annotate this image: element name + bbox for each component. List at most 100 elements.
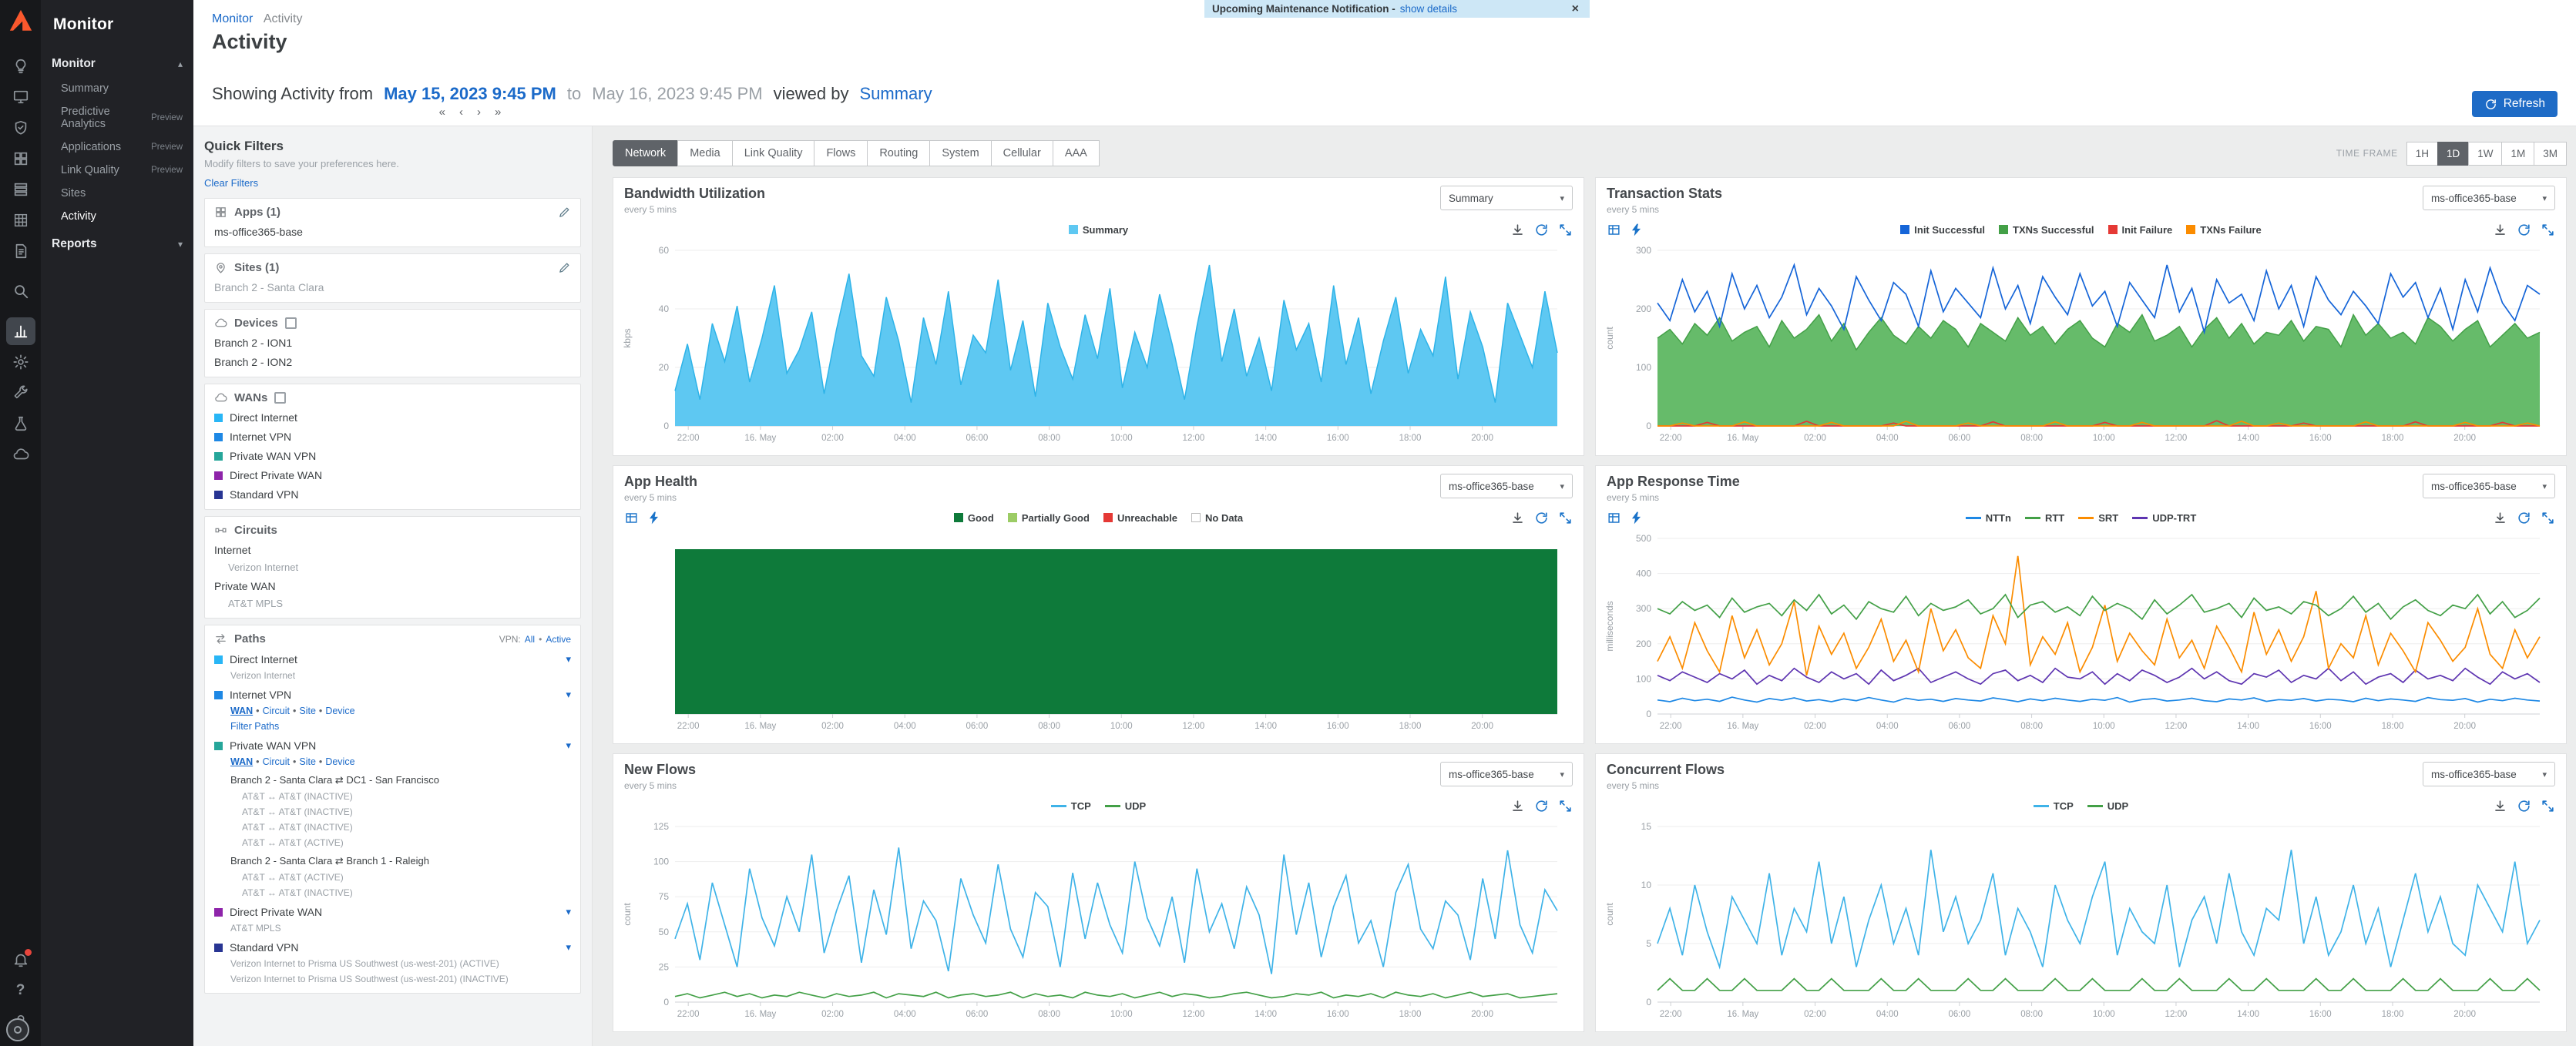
next-page-icon[interactable]: › [477, 106, 481, 118]
legend-item[interactable]: UDP [1105, 800, 1146, 812]
timeframe-1m[interactable]: 1M [2501, 142, 2534, 166]
wan-item[interactable]: Private WAN VPN [214, 450, 571, 462]
device-item[interactable]: Branch 2 - ION1 [214, 337, 571, 349]
path-pair[interactable]: Branch 2 - Santa Clara ⇄ DC1 - San Franc… [230, 774, 571, 786]
tab-cellular[interactable]: Cellular [991, 140, 1053, 166]
sidebar-item-predictive-analytics[interactable]: Predictive AnalyticsPreview [41, 100, 193, 136]
clear-filters-link[interactable]: Clear Filters [204, 177, 581, 189]
chart-scope-select[interactable]: Summary▾ [1440, 186, 1573, 210]
legend-item[interactable]: Good [954, 512, 994, 524]
edit-apps-icon[interactable] [558, 206, 571, 219]
download-icon[interactable] [1510, 511, 1525, 525]
vpn-active-link[interactable]: Active [546, 634, 571, 645]
circuit-group[interactable]: Internet [214, 544, 571, 556]
path-sub-item[interactable]: Verizon Internet to Prisma US Southwest … [230, 958, 571, 969]
vpn-all-link[interactable]: All [525, 634, 535, 645]
timeframe-1h[interactable]: 1H [2406, 142, 2438, 166]
help-launcher-icon[interactable] [6, 1018, 29, 1041]
path-sub-item[interactable]: AT&T MPLS [230, 923, 571, 934]
sidebar-item-sites[interactable]: Sites [41, 182, 193, 205]
tools-icon[interactable] [6, 379, 35, 407]
legend-item[interactable]: SRT [2078, 512, 2118, 524]
expand-icon[interactable] [1558, 223, 1573, 237]
raw-events-icon[interactable] [1629, 223, 1644, 237]
legend-item[interactable]: Init Successful [1900, 224, 1985, 236]
refresh-chart-icon[interactable] [2517, 799, 2531, 813]
chevron-down-icon[interactable]: ▾ [566, 653, 571, 665]
path-leg[interactable]: AT&T ↔ AT&T (ACTIVE) [242, 872, 571, 883]
legend-item[interactable]: Init Failure [2108, 224, 2173, 236]
download-icon[interactable] [2493, 511, 2507, 525]
chevron-down-icon[interactable]: ▾ [566, 739, 571, 752]
site-link[interactable]: Site [299, 756, 316, 767]
table-view-icon[interactable] [624, 511, 639, 525]
chevron-down-icon[interactable]: ▾ [566, 941, 571, 954]
refresh-chart-icon[interactable] [1534, 223, 1549, 237]
from-date[interactable]: May 15, 2023 9:45 PM [384, 82, 556, 106]
refresh-button[interactable]: Refresh [2472, 91, 2558, 117]
dashboard-icon[interactable] [6, 206, 35, 234]
circuit-group[interactable]: Private WAN [214, 580, 571, 592]
servers-icon[interactable] [6, 176, 35, 203]
first-page-icon[interactable]: « [439, 106, 445, 118]
to-date[interactable]: May 16, 2023 9:45 PM [592, 82, 762, 106]
edit-sites-icon[interactable] [558, 261, 571, 274]
wan-item[interactable]: Direct Private WAN [214, 469, 571, 481]
expand-icon[interactable] [1558, 511, 1573, 525]
search-icon[interactable] [6, 277, 35, 305]
reports-icon[interactable] [6, 237, 35, 265]
legend-item[interactable]: UDP-TRT [2132, 512, 2196, 524]
brand-logo-icon[interactable] [8, 8, 34, 34]
table-view-icon[interactable] [1607, 511, 1621, 525]
sidebar-item-summary[interactable]: Summary [41, 77, 193, 100]
legend-item[interactable]: Summary [1069, 224, 1128, 236]
chart-scope-select[interactable]: ms-office365-base▾ [2423, 762, 2555, 786]
path-leg[interactable]: AT&T ↔ AT&T (ACTIVE) [242, 837, 571, 848]
path-group-direct-private-wan[interactable]: Direct Private WAN ▾ [214, 906, 571, 918]
path-pair[interactable]: Branch 2 - Santa Clara ⇄ Branch 1 - Rale… [230, 855, 571, 867]
device-link[interactable]: Device [325, 756, 354, 767]
show-details-link[interactable]: show details [1400, 3, 1457, 15]
circuit-item[interactable]: Verizon Internet [228, 562, 571, 573]
circuit-item[interactable]: AT&T MPLS [228, 598, 571, 609]
wan-link[interactable]: WAN [230, 706, 253, 716]
download-icon[interactable] [2493, 223, 2507, 237]
path-group-internet-vpn[interactable]: Internet VPN ▾ [214, 689, 571, 701]
chart-scope-select[interactable]: ms-office365-base▾ [2423, 474, 2555, 498]
raw-events-icon[interactable] [1629, 511, 1644, 525]
activity-icon[interactable] [6, 317, 35, 345]
path-group-direct-internet[interactable]: Direct Internet ▾ [214, 653, 571, 665]
notifications-icon[interactable] [6, 946, 35, 974]
nav-section-monitor[interactable]: Monitor ▴ [41, 48, 193, 77]
path-leg[interactable]: AT&T ↔ AT&T (INACTIVE) [242, 887, 571, 898]
insights-icon[interactable] [6, 52, 35, 80]
filter-paths-link[interactable]: Filter Paths [230, 721, 571, 732]
wan-item[interactable]: Internet VPN [214, 431, 571, 443]
raw-events-icon[interactable] [647, 511, 661, 525]
sidebar-item-activity[interactable]: Activity [41, 205, 193, 228]
close-icon[interactable]: × [1569, 2, 1582, 16]
tab-network[interactable]: Network [613, 140, 678, 166]
path-leg[interactable]: AT&T ↔ AT&T (INACTIVE) [242, 791, 571, 802]
devices-rail-icon[interactable] [6, 83, 35, 111]
apps-filter-value[interactable]: ms-office365-base [214, 226, 571, 238]
sites-filter-value[interactable]: Branch 2 - Santa Clara [214, 281, 571, 293]
security-icon[interactable] [6, 114, 35, 142]
breadcrumb-monitor[interactable]: Monitor [212, 12, 253, 25]
refresh-chart-icon[interactable] [1534, 799, 1549, 813]
tab-flows[interactable]: Flows [814, 140, 868, 166]
legend-item[interactable]: NTTn [1966, 512, 2011, 524]
legend-item[interactable]: TCP [1051, 800, 1091, 812]
last-page-icon[interactable]: » [495, 106, 501, 118]
refresh-chart-icon[interactable] [2517, 223, 2531, 237]
device-link[interactable]: Device [325, 706, 354, 716]
wans-checkbox[interactable] [274, 392, 286, 404]
chart-scope-select[interactable]: ms-office365-base▾ [1440, 474, 1573, 498]
sidebar-item-applications[interactable]: ApplicationsPreview [41, 136, 193, 159]
expand-icon[interactable] [2541, 799, 2555, 813]
chevron-down-icon[interactable]: ▾ [566, 689, 571, 701]
chart-scope-select[interactable]: ms-office365-base▾ [2423, 186, 2555, 210]
path-leg[interactable]: AT&T ↔ AT&T (INACTIVE) [242, 806, 571, 817]
path-sub-item[interactable]: Verizon Internet to Prisma US Southwest … [230, 974, 571, 984]
path-group-private-wan-vpn[interactable]: Private WAN VPN ▾ [214, 739, 571, 752]
